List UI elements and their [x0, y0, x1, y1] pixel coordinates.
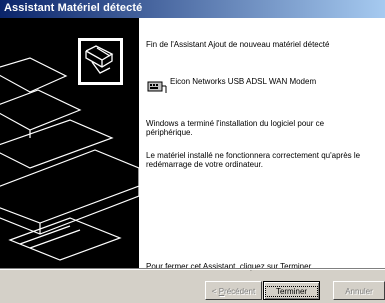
modem-device-icon — [147, 81, 167, 93]
hardware-illustration-icon — [0, 38, 139, 261]
finish-button[interactable]: Terminer — [263, 281, 320, 300]
cancel-button-label: Annuler — [345, 287, 373, 296]
restart-notice-line2: redémarrage de votre ordinateur. — [146, 160, 263, 169]
title-bar[interactable]: Assistant Matériel détecté — [0, 0, 385, 18]
wizard-window: Assistant Matériel détecté Fin de l'Assi… — [0, 0, 385, 303]
finish-button-label: Terminer — [264, 286, 319, 297]
device-name: Eicon Networks USB ADSL WAN Modem — [170, 77, 317, 86]
back-button-label: récédent — [224, 287, 256, 296]
close-hint: Pour fermer cet Assistant, cliquez sur T… — [146, 262, 314, 271]
wizard-sidebar-graphic — [0, 18, 139, 268]
back-button[interactable]: < Précédent — [205, 281, 262, 300]
wizard-content: Fin de l'Assistant Ajout de nouveau maté… — [139, 18, 385, 271]
wizard-heading: Fin de l'Assistant Ajout de nouveau maté… — [146, 40, 330, 49]
window-title: Assistant Matériel détecté — [4, 2, 143, 14]
button-separator — [0, 268, 385, 270]
cancel-button[interactable]: Annuler — [333, 281, 385, 300]
install-finished-line2: périphérique. — [146, 128, 193, 137]
back-button-prefix: < — [211, 287, 219, 296]
